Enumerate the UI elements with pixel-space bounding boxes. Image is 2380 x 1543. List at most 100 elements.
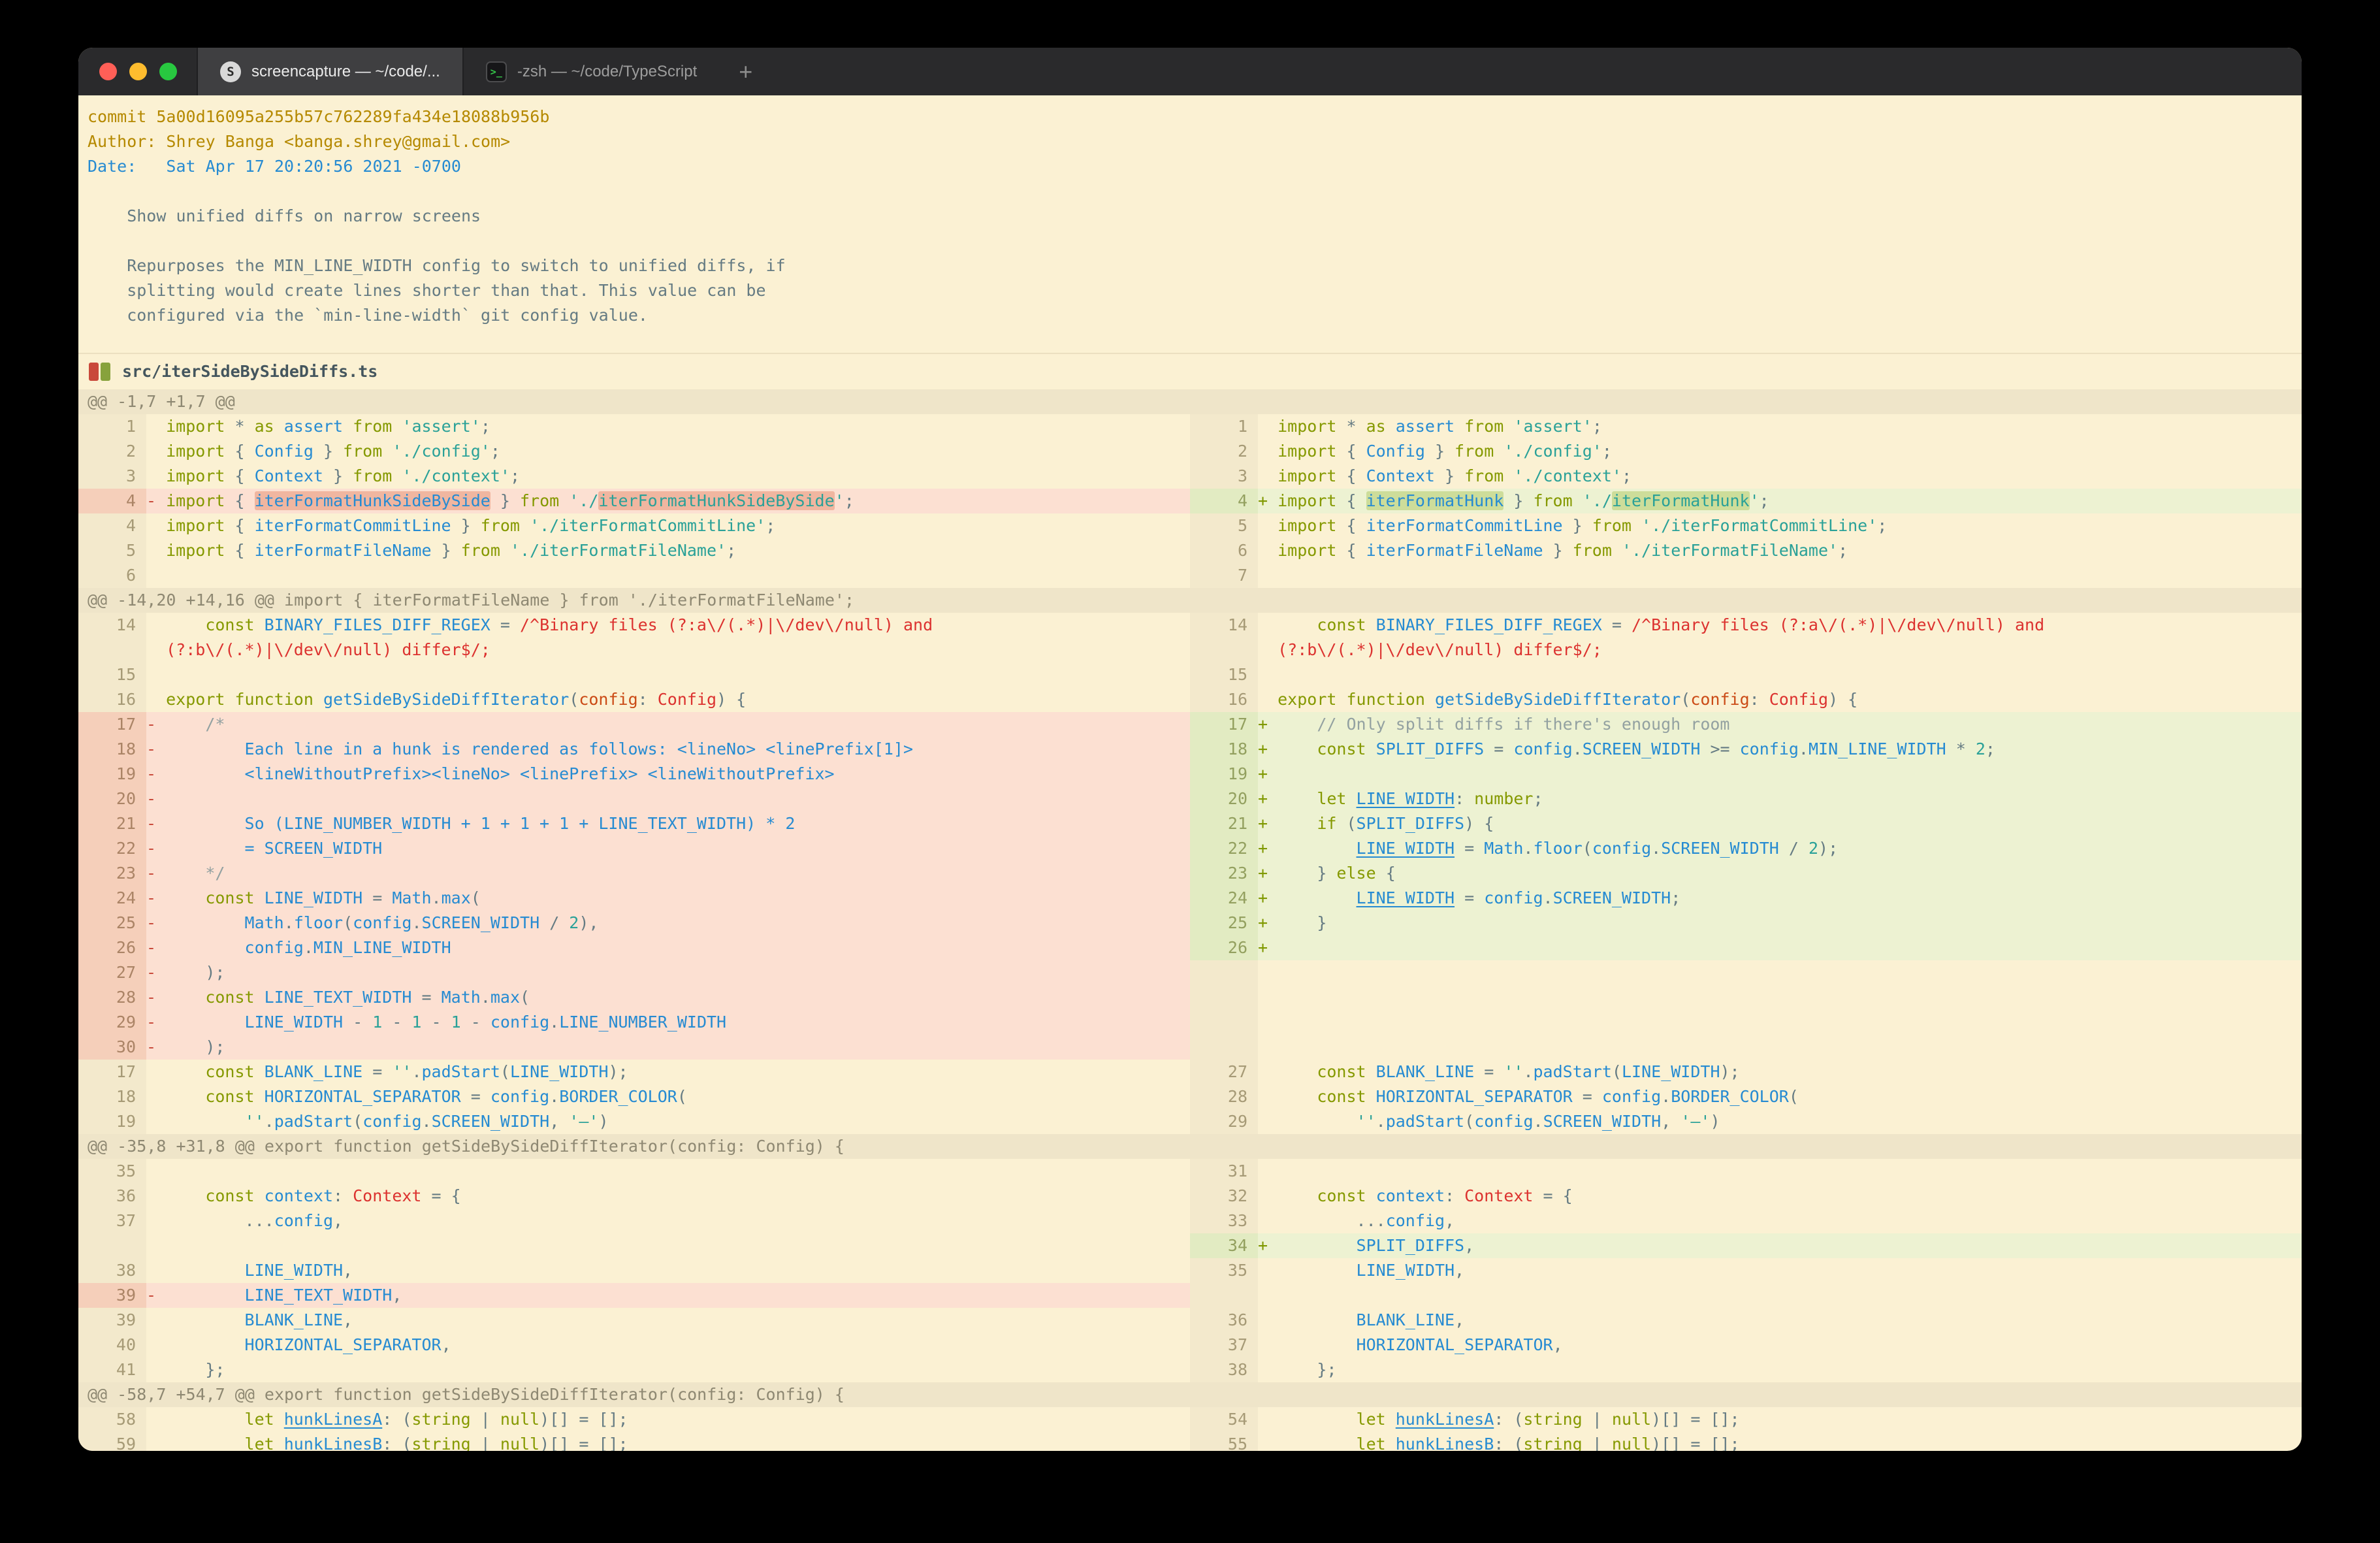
code-line: const BINARY_FILES_DIFF_REGEX = /^Binary… xyxy=(1258,613,2302,638)
code-line: + import { iterFormatHunk } from './iter… xyxy=(1258,489,2302,513)
code-line: (?:b\/(.*)|\/dev\/null) differ$/; xyxy=(146,638,1190,662)
commit-line xyxy=(88,229,2302,253)
code-line xyxy=(146,1159,1190,1184)
line-number: 5 xyxy=(1190,513,1258,538)
diff-row: (?:b\/(.*)|\/dev\/null) differ$/; (?:b\/… xyxy=(78,638,2302,662)
line-number: 16 xyxy=(78,687,146,712)
line-number: 28 xyxy=(1190,1084,1258,1109)
line-number: 58 xyxy=(78,1407,146,1432)
code-line: const HORIZONTAL_SEPARATOR = config.BORD… xyxy=(1258,1084,2302,1109)
diff-row: 30- ); xyxy=(78,1035,2302,1060)
new-tab-button[interactable]: + xyxy=(719,48,772,95)
line-number: 26 xyxy=(78,935,146,960)
code-line: - = SCREEN_WIDTH xyxy=(146,836,1190,861)
diff-sign: - xyxy=(146,960,166,985)
diff-row: 2 import { Config } from './config';2 im… xyxy=(78,439,2302,464)
line-number: 19 xyxy=(78,762,146,787)
line-number xyxy=(1190,1010,1258,1035)
diff-row: 21- So (LINE_NUMBER_WIDTH + 1 + 1 + 1 + … xyxy=(78,811,2302,836)
line-number: 38 xyxy=(78,1258,146,1283)
code-line: ''.padStart(config.SCREEN_WIDTH, '—') xyxy=(1258,1109,2302,1134)
commit-line: Repurposes the MIN_LINE_WIDTH config to … xyxy=(88,253,2302,278)
diff-row: 1 import * as assert from 'assert';1 imp… xyxy=(78,414,2302,439)
diff-sign xyxy=(1258,1159,1278,1184)
code-line: import { Context } from './context'; xyxy=(1258,464,2302,489)
traffic-lights xyxy=(78,48,197,95)
close-button[interactable] xyxy=(99,63,117,80)
code-line: + const SPLIT_DIFFS = config.SCREEN_WIDT… xyxy=(1258,737,2302,762)
diff-sign xyxy=(146,1060,166,1084)
minimize-button[interactable] xyxy=(129,63,147,80)
code-line: + if (SPLIT_DIFFS) { xyxy=(1258,811,2302,836)
line-number: 59 xyxy=(78,1432,146,1451)
diff-sign: - xyxy=(146,886,166,911)
diff-sign xyxy=(146,1333,166,1357)
line-number: 19 xyxy=(1190,762,1258,787)
code-line: import { iterFormatCommitLine } from './… xyxy=(1258,513,2302,538)
line-number: 17 xyxy=(78,1060,146,1084)
diff-row: 19 ''.padStart(config.SCREEN_WIDTH, '—')… xyxy=(78,1109,2302,1134)
diff-row: 20- 20+ let LINE_WIDTH: number; xyxy=(78,787,2302,811)
diff-sign: - xyxy=(146,811,166,836)
diff-sign: - xyxy=(146,985,166,1010)
code-line: import { iterFormatCommitLine } from './… xyxy=(146,513,1190,538)
diff-sign: + xyxy=(1258,737,1278,762)
code-line: - /* xyxy=(146,712,1190,737)
diff-sign xyxy=(146,563,166,588)
code-line xyxy=(1258,1010,2302,1035)
code-line: + xyxy=(1258,935,2302,960)
diff-row: 24- const LINE_WIDTH = Math.max(24+ LINE… xyxy=(78,886,2302,911)
line-number: 5 xyxy=(78,538,146,563)
zoom-button[interactable] xyxy=(159,63,177,80)
line-number: 15 xyxy=(1190,662,1258,687)
diff-row: 4- import { iterFormatHunkSideBySide } f… xyxy=(78,489,2302,513)
code-line: import { Config } from './config'; xyxy=(146,439,1190,464)
line-number xyxy=(78,638,146,662)
diff-sign: + xyxy=(1258,489,1278,513)
code-line: export function getSideBySideDiffIterato… xyxy=(146,687,1190,712)
code-line: ...config, xyxy=(1258,1209,2302,1233)
code-line: - LINE_TEXT_WIDTH, xyxy=(146,1283,1190,1308)
code-line: - const LINE_WIDTH = Math.max( xyxy=(146,886,1190,911)
code-line: - import { iterFormatHunkSideBySide } fr… xyxy=(146,489,1190,513)
tab-screencapture-label: screencapture — ~/code/... xyxy=(251,63,440,81)
diff-sign xyxy=(146,414,166,439)
line-number: 39 xyxy=(78,1283,146,1308)
diff-sign xyxy=(146,1084,166,1109)
code-line: + xyxy=(1258,762,2302,787)
terminal-viewport[interactable]: commit 5a00d16095a255b57c762289fa434e180… xyxy=(78,95,2302,1451)
line-number: 36 xyxy=(1190,1308,1258,1333)
diff-row: 27- ); xyxy=(78,960,2302,985)
diff-row: 38 LINE_WIDTH,35 LINE_WIDTH, xyxy=(78,1258,2302,1283)
code-line: - */ xyxy=(146,861,1190,886)
diff-sign xyxy=(146,638,166,662)
tab-zsh[interactable]: >_ -zsh — ~/code/TypeScript xyxy=(462,48,719,95)
line-number: 23 xyxy=(1190,861,1258,886)
line-number: 35 xyxy=(1190,1258,1258,1283)
line-number xyxy=(1190,1035,1258,1060)
code-line: import * as assert from 'assert'; xyxy=(146,414,1190,439)
code-line: import { iterFormatFileName } from './it… xyxy=(146,538,1190,563)
diff-sign xyxy=(146,1407,166,1432)
code-line xyxy=(1258,662,2302,687)
diff-sign xyxy=(1258,1109,1278,1134)
tab-screencapture[interactable]: S screencapture — ~/code/... xyxy=(197,48,462,95)
code-line: let hunkLinesB: (string | null)[] = []; xyxy=(1258,1432,2302,1451)
diff-row: 4 import { iterFormatCommitLine } from '… xyxy=(78,513,2302,538)
diff-sign xyxy=(146,1308,166,1333)
line-number: 33 xyxy=(1190,1209,1258,1233)
line-number: 23 xyxy=(78,861,146,886)
commit-line: Date: Sat Apr 17 20:20:56 2021 -0700 xyxy=(88,154,2302,179)
code-line: + // Only split diffs if there's enough … xyxy=(1258,712,2302,737)
diff-row: 16 export function getSideBySideDiffIter… xyxy=(78,687,2302,712)
diff-sign xyxy=(146,513,166,538)
diff-sign xyxy=(1258,439,1278,464)
diff-sign xyxy=(1258,1432,1278,1451)
code-line xyxy=(1258,960,2302,985)
line-number: 7 xyxy=(1190,563,1258,588)
code-line: import { iterFormatFileName } from './it… xyxy=(1258,538,2302,563)
diff-sign: + xyxy=(1258,787,1278,811)
diff-row: 41 };38 }; xyxy=(78,1357,2302,1382)
code-line: const context: Context = { xyxy=(146,1184,1190,1209)
line-number: 18 xyxy=(1190,737,1258,762)
